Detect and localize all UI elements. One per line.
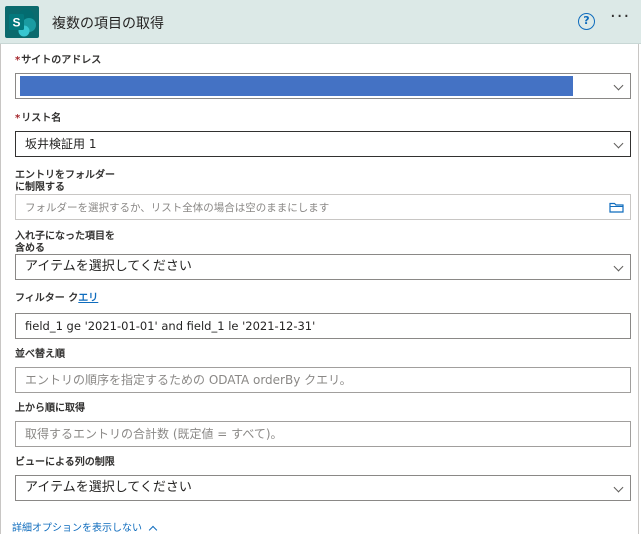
hide-advanced-options-link[interactable]: 詳細オプションを表示しない <box>12 519 158 534</box>
action-header[interactable]: S 複数の項目の取得 ? ··· <box>0 0 641 44</box>
chevron-down-icon[interactable] <box>613 80 624 91</box>
site-address-dropdown[interactable] <box>15 73 631 99</box>
order-by-label: 並べ替え順 <box>15 349 65 360</box>
required-mark: * <box>15 113 21 124</box>
filter-query-label-link: エリ <box>78 293 99 304</box>
folder-icon[interactable] <box>609 201 624 213</box>
folder-input-placeholder: フォルダーを選択するか、リスト全体の場合は空のままにします <box>25 202 330 214</box>
list-name-value: 坂井検証用 1 <box>25 137 97 151</box>
filter-query-label: フィルター クエリ <box>15 293 99 304</box>
order-by-placeholder: エントリの順序を指定するための ODATA orderBy クエリ。 <box>25 373 352 387</box>
chevron-down-icon[interactable] <box>613 138 624 149</box>
more-options-icon[interactable]: ··· <box>610 8 630 26</box>
top-count-input[interactable]: 取得するエントリの合計数 (既定値 = すべて)。 <box>15 421 631 447</box>
list-name-dropdown[interactable]: 坂井検証用 1 <box>15 131 631 157</box>
filter-query-value: field_1 ge '2021-01-01' and field_1 le '… <box>25 319 316 333</box>
chevron-down-icon[interactable] <box>613 261 624 272</box>
view-limit-dropdown[interactable]: アイテムを選択してください <box>15 475 631 501</box>
list-name-label: *リスト名 <box>15 113 62 124</box>
redacted-site-value <box>20 76 573 96</box>
site-address-label: *サイトのアドレス <box>15 55 102 66</box>
view-limit-value: アイテムを選択してください <box>25 480 192 495</box>
folder-limit-label: エントリをフォルダー に制限する <box>15 170 115 193</box>
nested-items-dropdown[interactable]: アイテムを選択してください <box>15 254 631 280</box>
sharepoint-logo-icon: S <box>5 6 39 38</box>
nested-items-label: 入れ子になった項目を 含める <box>15 231 115 254</box>
filter-query-input[interactable]: field_1 ge '2021-01-01' and field_1 le '… <box>15 313 631 339</box>
action-title: 複数の項目の取得 <box>52 16 164 32</box>
nested-items-value: アイテムを選択してください <box>25 259 192 274</box>
help-icon[interactable]: ? <box>578 13 595 30</box>
chevron-down-icon[interactable] <box>613 482 624 493</box>
sharepoint-logo-letter: S <box>12 16 20 30</box>
top-count-placeholder: 取得するエントリの合計数 (既定値 = すべて)。 <box>25 427 283 441</box>
folder-input[interactable]: フォルダーを選択するか、リスト全体の場合は空のままにします <box>15 194 631 220</box>
chevron-up-icon[interactable] <box>148 525 158 534</box>
view-limit-label: ビューによる列の制限 <box>15 457 115 468</box>
order-by-input[interactable]: エントリの順序を指定するための ODATA orderBy クエリ。 <box>15 367 631 393</box>
required-mark: * <box>15 55 21 66</box>
top-count-label: 上から順に取得 <box>15 403 85 414</box>
